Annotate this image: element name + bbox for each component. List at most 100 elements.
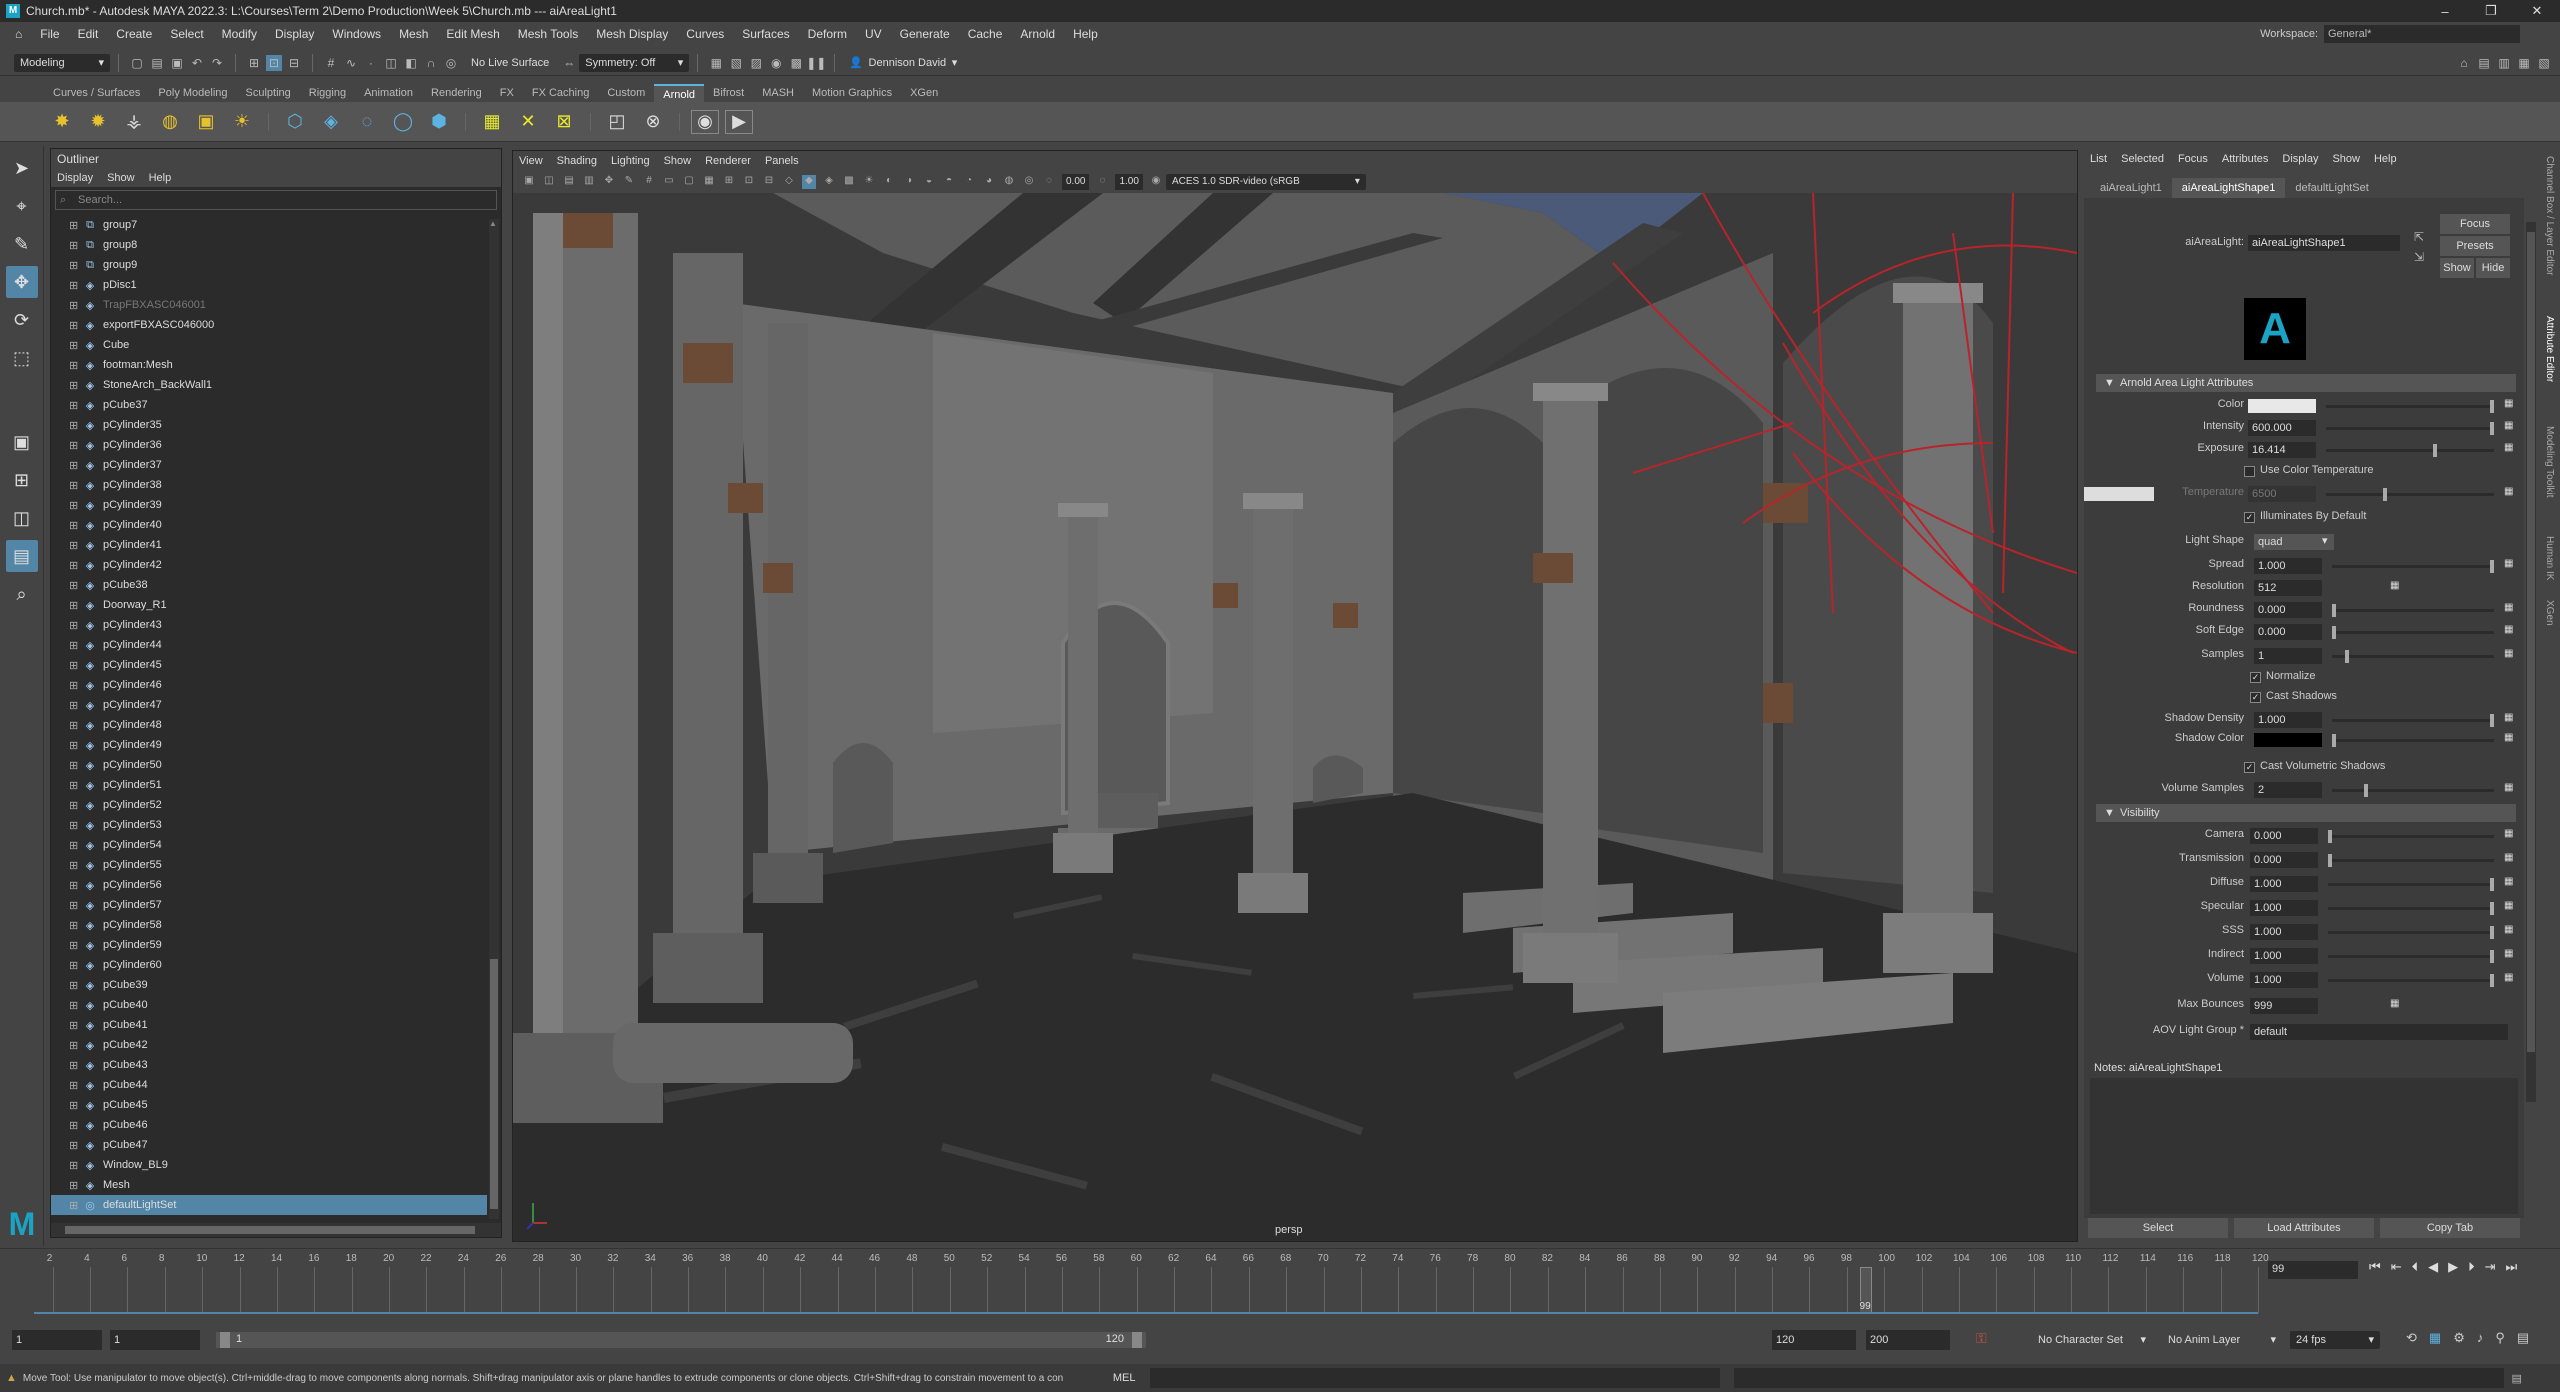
- scene-start-field[interactable]: 1: [12, 1330, 102, 1350]
- temperature-slider-knob[interactable]: [2383, 488, 2387, 501]
- expand-icon[interactable]: ⊞: [69, 479, 81, 492]
- shadow-color-slider[interactable]: [2332, 734, 2494, 747]
- viewport-menu-view[interactable]: View: [519, 155, 543, 167]
- map-button-icon[interactable]: ▦: [2504, 900, 2513, 911]
- script-editor-icon[interactable]: ▤: [2512, 1372, 2522, 1385]
- outliner-row[interactable]: ⊞ ◈ Window_BL9: [51, 1155, 487, 1175]
- outliner-row[interactable]: ⊞ ◈ pCylinder50: [51, 755, 487, 775]
- standin-icon[interactable]: ⬡: [280, 107, 310, 137]
- modeling-toolkit-icon[interactable]: ⌂: [2456, 55, 2472, 71]
- go-to-start-icon[interactable]: ⏮: [2369, 1259, 2381, 1275]
- map-button-icon[interactable]: ▦: [2504, 924, 2513, 935]
- spread-field[interactable]: 1.000: [2254, 558, 2322, 574]
- export-standin-icon[interactable]: ◰: [602, 107, 632, 137]
- map-button-icon[interactable]: ▦: [2390, 998, 2399, 1009]
- outliner-row[interactable]: ⊞ ◈ pCube43: [51, 1055, 487, 1075]
- wireframe-on-shaded-icon[interactable]: ◈: [822, 175, 836, 189]
- expand-icon[interactable]: ⊞: [69, 579, 81, 592]
- map-button-icon[interactable]: ▦: [2504, 602, 2513, 613]
- menu-uv[interactable]: UV: [856, 27, 891, 41]
- outliner-search-input[interactable]: ⌕ Search...: [55, 190, 497, 210]
- move-tool-icon[interactable]: ✥: [5, 266, 38, 298]
- shelf-tab-bifrost[interactable]: Bifrost: [704, 84, 753, 102]
- outliner-scrollbar[interactable]: ▲: [489, 219, 499, 1219]
- snap-point-icon[interactable]: ·: [363, 55, 379, 71]
- expand-icon[interactable]: ⊞: [69, 239, 81, 252]
- bookmark-icon[interactable]: ▤: [562, 175, 576, 189]
- sound-icon[interactable]: ♪: [2477, 1330, 2484, 1346]
- rotate-tool-icon[interactable]: ⟳: [6, 304, 38, 336]
- visibility-row-field[interactable]: 1.000: [2250, 900, 2318, 916]
- shelf-tab-sculpting[interactable]: Sculpting: [237, 84, 300, 102]
- anti-aliasing-icon[interactable]: ◓: [942, 175, 956, 189]
- zoom-icon[interactable]: ⌕: [6, 578, 38, 610]
- attribute-editor-toggle-icon[interactable]: ▤: [2476, 55, 2492, 71]
- outliner-row[interactable]: ⊞ ◈ footman:Mesh: [51, 355, 487, 375]
- expand-icon[interactable]: ⊞: [69, 619, 81, 632]
- outliner-row[interactable]: ⊞ ◈ pCube45: [51, 1095, 487, 1115]
- outliner-row[interactable]: ⊞ ◈ pCylinder42: [51, 555, 487, 575]
- intensity-slider[interactable]: [2326, 422, 2494, 435]
- user-dropdown[interactable]: 👤 Dennison David ▾: [843, 53, 964, 72]
- menu-create[interactable]: Create: [107, 27, 161, 41]
- paint-select-icon[interactable]: ✎: [6, 228, 38, 260]
- outliner-row[interactable]: ⊞ ◈ pCylinder37: [51, 455, 487, 475]
- outliner-row[interactable]: ⊞ ◈ pCylinder36: [51, 435, 487, 455]
- side-tab-human-ik[interactable]: Human IK: [2544, 536, 2555, 580]
- tab-defaultlightset[interactable]: defaultLightSet: [2285, 178, 2378, 198]
- outliner-row[interactable]: ⊞ ⧉ group7: [51, 215, 487, 235]
- outliner-row[interactable]: ⊞ ◈ pCube40: [51, 995, 487, 1015]
- side-tab-xgen[interactable]: XGen: [2544, 600, 2555, 626]
- menu-help[interactable]: Help: [1064, 27, 1107, 41]
- expand-icon[interactable]: ⊞: [69, 419, 81, 432]
- select-component-icon[interactable]: ⊟: [286, 55, 302, 71]
- shadow-color-slider-knob[interactable]: [2332, 734, 2336, 747]
- expand-icon[interactable]: ⊞: [69, 1179, 81, 1192]
- scene-render[interactable]: persp: [513, 193, 2077, 1241]
- expand-icon[interactable]: ⊞: [69, 759, 81, 772]
- playback-end-field[interactable]: 120: [1772, 1330, 1856, 1350]
- open-scene-icon[interactable]: ▤: [149, 55, 165, 71]
- outliner-row[interactable]: ⊞ ◈ pCylinder38: [51, 475, 487, 495]
- spread-slider-knob[interactable]: [2490, 560, 2494, 573]
- side-tab-channel-box[interactable]: Channel Box / Layer Editor: [2544, 156, 2555, 276]
- shadow-density-field[interactable]: 1.000: [2254, 712, 2322, 728]
- map-button-icon[interactable]: ▦: [2504, 782, 2513, 793]
- outliner-row[interactable]: ⊞ ◈ pCube39: [51, 975, 487, 995]
- visibility-row-slider[interactable]: [2328, 902, 2494, 915]
- ae-menu-list[interactable]: List: [2090, 153, 2107, 165]
- outliner-row[interactable]: ⊞ ⧉ group8: [51, 235, 487, 255]
- map-button-icon[interactable]: ▦: [2504, 712, 2513, 723]
- grid-icon[interactable]: #: [642, 175, 656, 189]
- outliner-hscrollbar[interactable]: [51, 1223, 501, 1237]
- illuminates-by-default-checkbox[interactable]: ✓: [2244, 512, 2255, 523]
- presets-button[interactable]: Presets: [2440, 236, 2510, 256]
- outliner-row[interactable]: ⊞ ◈ pCube44: [51, 1075, 487, 1095]
- map-button-icon[interactable]: ▦: [2504, 948, 2513, 959]
- volume-icon[interactable]: ◈: [316, 107, 346, 137]
- ae-select-button[interactable]: Select: [2088, 1218, 2228, 1238]
- tab-aiarealightshape1[interactable]: aiAreaLightShape1: [2171, 178, 2286, 198]
- channel-box-icon[interactable]: ▦: [2516, 55, 2532, 71]
- mel-label[interactable]: MEL: [1113, 1372, 1136, 1384]
- shelf-tab-animation[interactable]: Animation: [355, 84, 422, 102]
- resolution-field[interactable]: 512: [2254, 580, 2322, 596]
- map-button-icon[interactable]: ▦: [2504, 972, 2513, 983]
- menu-curves[interactable]: Curves: [677, 27, 733, 41]
- flush-cache-icon[interactable]: ▦: [477, 107, 507, 137]
- gamma-field[interactable]: 1.00: [1115, 174, 1143, 190]
- ae-menu-help[interactable]: Help: [2374, 153, 2397, 165]
- depth-of-field-icon[interactable]: ◔: [962, 175, 976, 189]
- node-input-icon[interactable]: ⇲: [2414, 250, 2424, 264]
- step-back-frame-icon[interactable]: ⏴: [2412, 1259, 2419, 1275]
- outliner-row[interactable]: ⊞ ◈ pCube37: [51, 395, 487, 415]
- field-chart-icon[interactable]: ⊞: [722, 175, 736, 189]
- render-icon[interactable]: ▦: [708, 55, 724, 71]
- expand-icon[interactable]: ⊞: [69, 819, 81, 832]
- map-button-icon[interactable]: ▦: [2504, 624, 2513, 635]
- scale-tool-icon[interactable]: ⬚: [6, 342, 38, 374]
- menu-arnold[interactable]: Arnold: [1011, 27, 1064, 41]
- map-button-icon[interactable]: ▦: [2504, 876, 2513, 887]
- image-plane-icon[interactable]: ▥: [582, 175, 596, 189]
- outliner-row[interactable]: ⊞ ◈ pCylinder59: [51, 935, 487, 955]
